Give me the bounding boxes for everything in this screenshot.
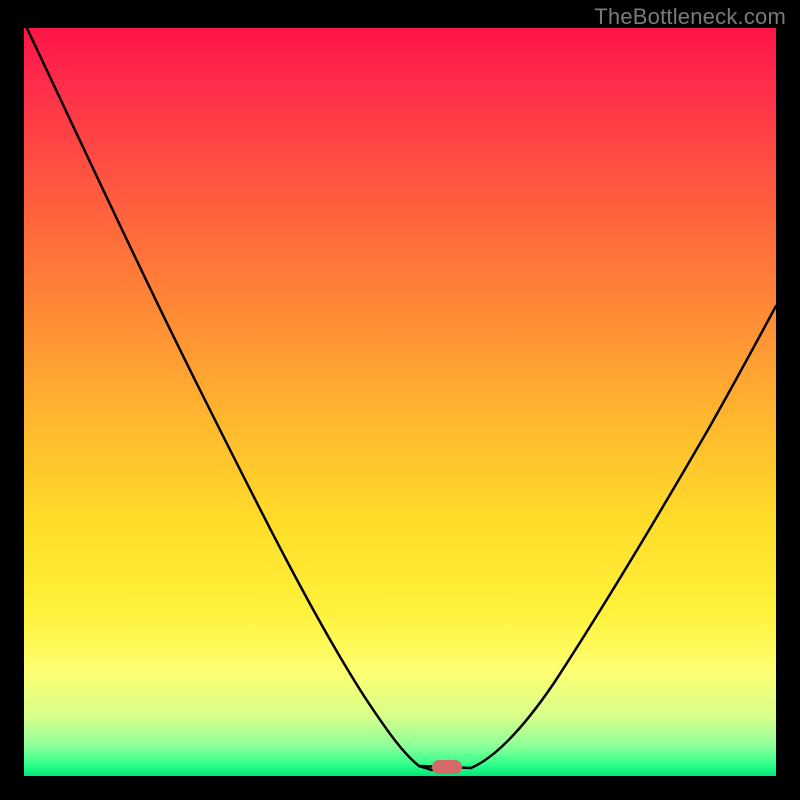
watermark-text: TheBottleneck.com: [594, 4, 786, 30]
curve-left-branch: [24, 28, 432, 770]
optimal-point-marker: [432, 760, 462, 774]
chart-frame: TheBottleneck.com: [0, 0, 800, 800]
curve-right-branch: [471, 306, 776, 768]
bottleneck-curve: [24, 28, 776, 776]
plot-area: [24, 28, 776, 776]
